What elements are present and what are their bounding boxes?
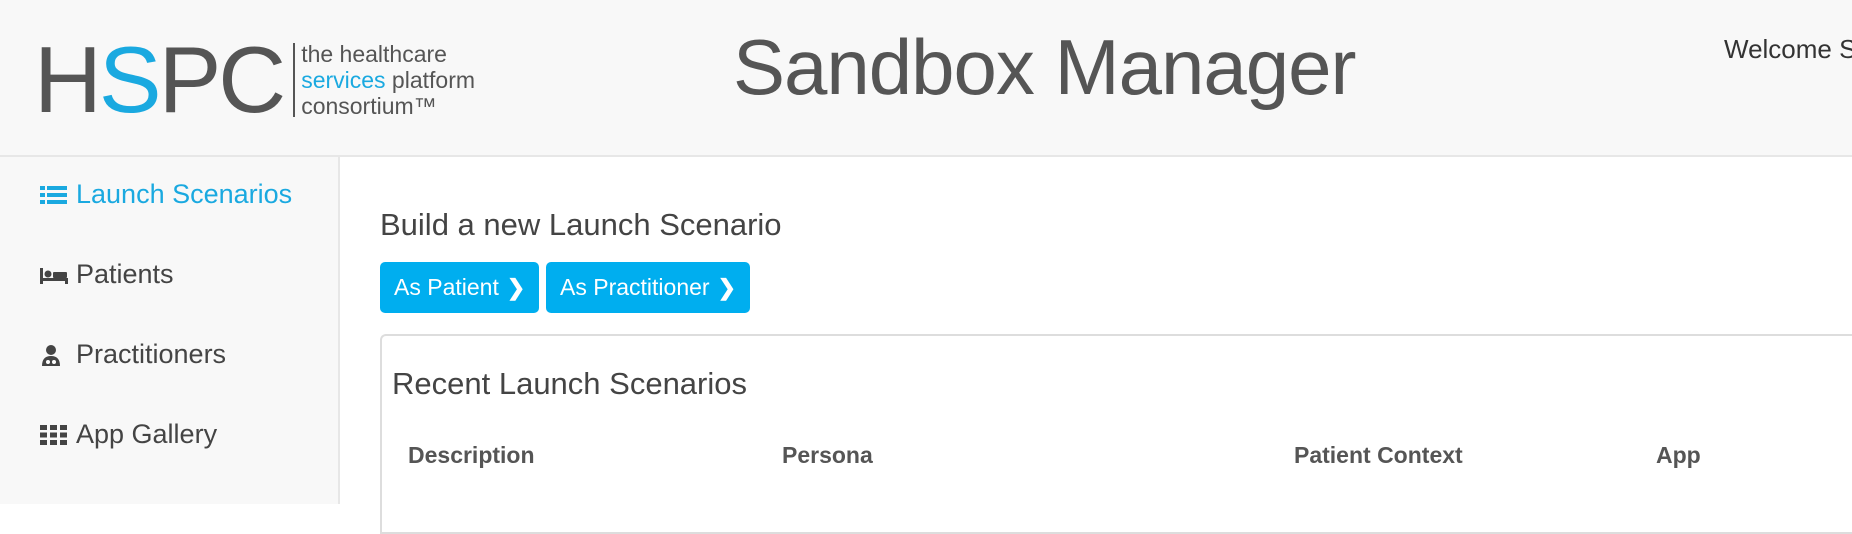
main-content: Build a new Launch Scenario As Patient ❯… bbox=[340, 157, 1852, 534]
welcome-user[interactable]: Welcome S bbox=[1724, 34, 1852, 65]
button-label: As Practitioner bbox=[560, 274, 710, 300]
chevron-right-icon: ❯ bbox=[506, 274, 526, 300]
sidebar-item-label: App Gallery bbox=[76, 419, 218, 449]
list-icon bbox=[40, 185, 67, 204]
sidebar-item-practitioners[interactable]: Practitioners bbox=[40, 339, 226, 370]
app-header: HSPC the healthcare services platform co… bbox=[0, 0, 1852, 157]
sidebar-item-label: Practitioners bbox=[76, 339, 227, 369]
sidebar-item-patients[interactable]: Patients bbox=[40, 259, 174, 290]
logo-mark: HSPC bbox=[34, 27, 286, 132]
sidebar-item-app-gallery[interactable]: App Gallery bbox=[40, 419, 217, 450]
recent-scenarios-heading: Recent Launch Scenarios bbox=[392, 366, 748, 401]
sidebar-item-label: Launch Scenarios bbox=[76, 179, 293, 209]
sidebar-item-launch-scenarios[interactable]: Launch Scenarios bbox=[40, 179, 292, 210]
chevron-right-icon: ❯ bbox=[717, 274, 736, 300]
recent-scenarios-panel: Recent Launch Scenarios Description Pers… bbox=[380, 334, 1852, 534]
column-header-persona[interactable]: Persona bbox=[782, 442, 873, 469]
hspc-logo[interactable]: HSPC the healthcare services platform co… bbox=[34, 27, 476, 132]
as-practitioner-button[interactable]: As Practitioner ❯ bbox=[546, 262, 750, 313]
doctor-icon bbox=[42, 344, 60, 366]
bed-icon bbox=[40, 267, 68, 284]
column-header-description[interactable]: Description bbox=[408, 442, 535, 469]
as-patient-button[interactable]: As Patient ❯ bbox=[380, 262, 540, 313]
grid-icon bbox=[40, 424, 67, 445]
sidebar-item-label: Patients bbox=[76, 259, 174, 289]
sidebar: Launch Scenarios Patients Practitioners … bbox=[0, 157, 340, 504]
column-header-patient-context[interactable]: Patient Context bbox=[1294, 442, 1463, 469]
button-label: As Patient bbox=[394, 274, 499, 300]
logo-divider bbox=[293, 43, 296, 117]
column-header-app[interactable]: App bbox=[1656, 442, 1701, 469]
logo-tagline: the healthcare services platform consort… bbox=[301, 41, 476, 119]
app-title: Sandbox Manager bbox=[733, 23, 1356, 111]
build-scenario-heading: Build a new Launch Scenario bbox=[380, 207, 782, 242]
